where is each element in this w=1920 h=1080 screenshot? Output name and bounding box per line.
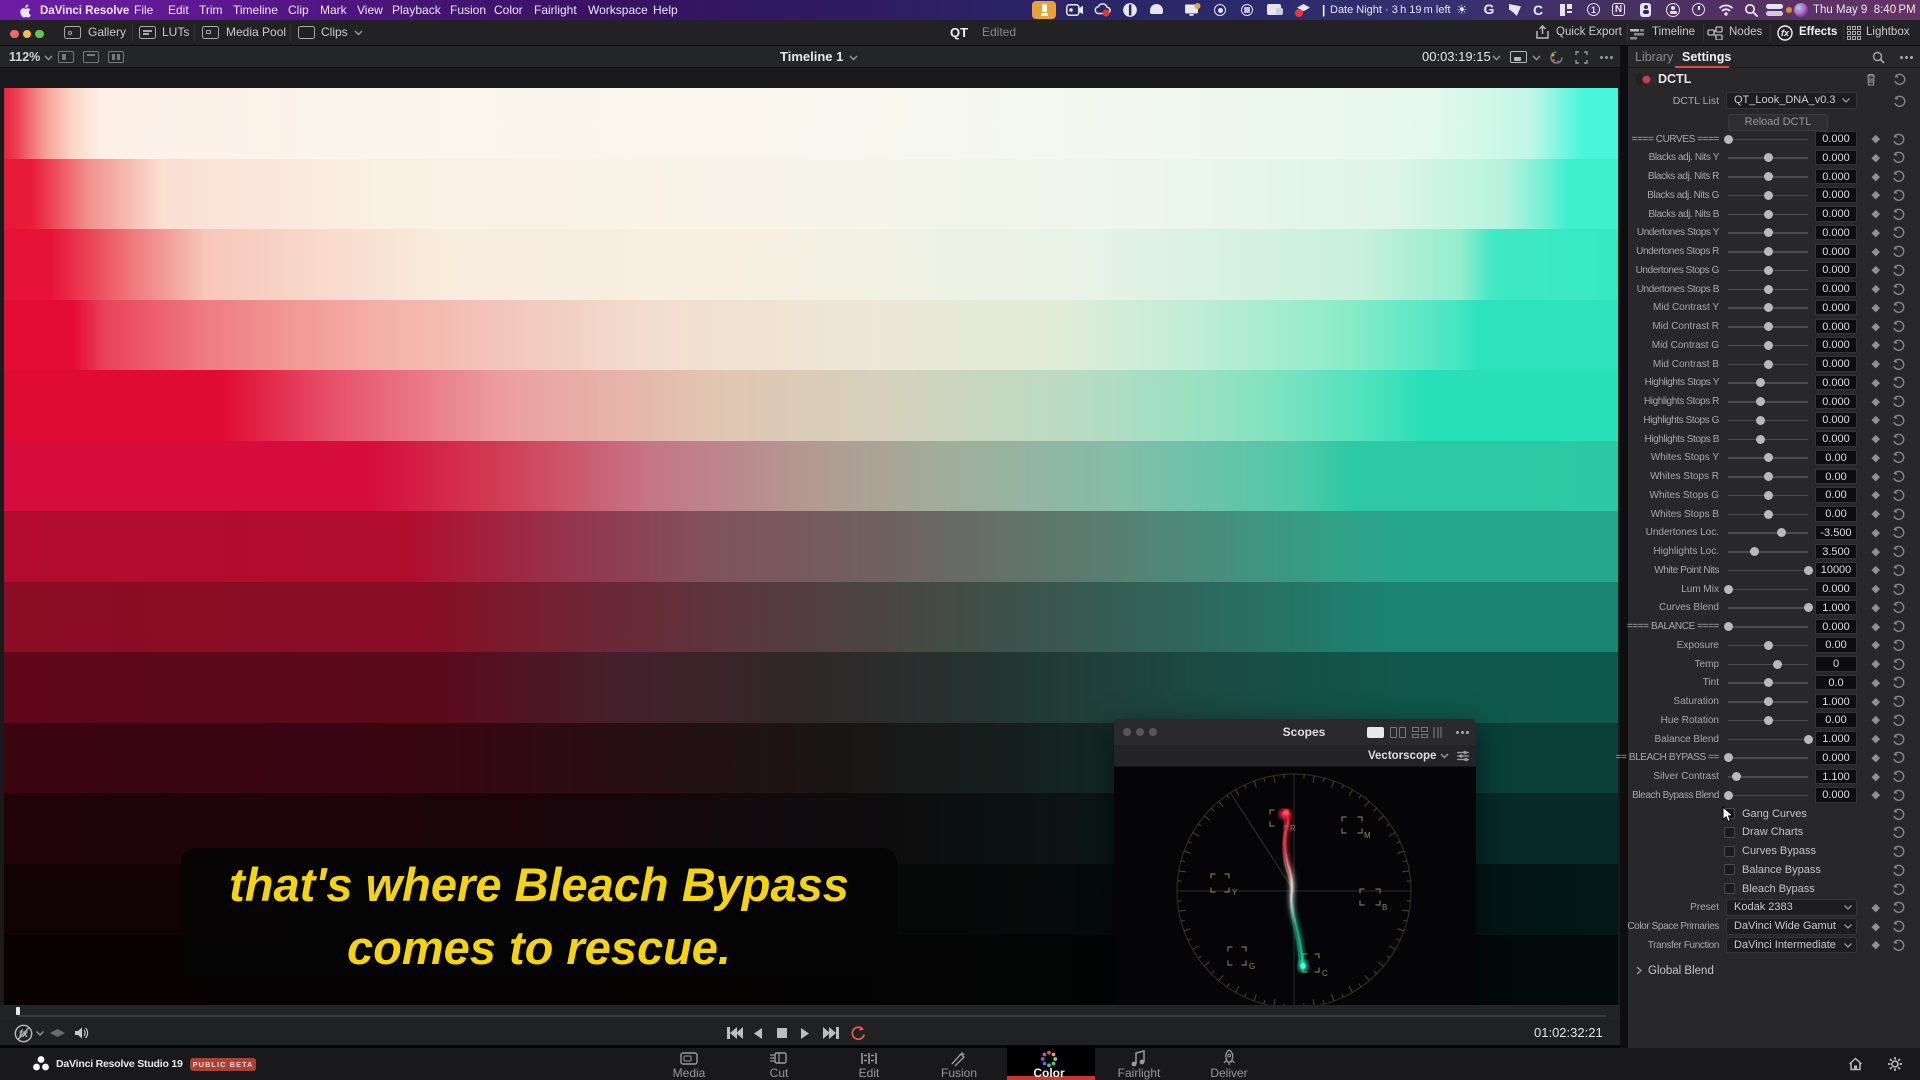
svg-text:G: G	[1249, 962, 1255, 971]
svg-text:C: C	[1322, 969, 1328, 978]
svg-text:Y: Y	[1232, 888, 1238, 897]
svg-text:M: M	[1364, 831, 1371, 840]
svg-text:fx: fx	[1781, 28, 1790, 38]
svg-text:B: B	[1382, 903, 1387, 912]
svg-text:R: R	[1290, 824, 1296, 833]
